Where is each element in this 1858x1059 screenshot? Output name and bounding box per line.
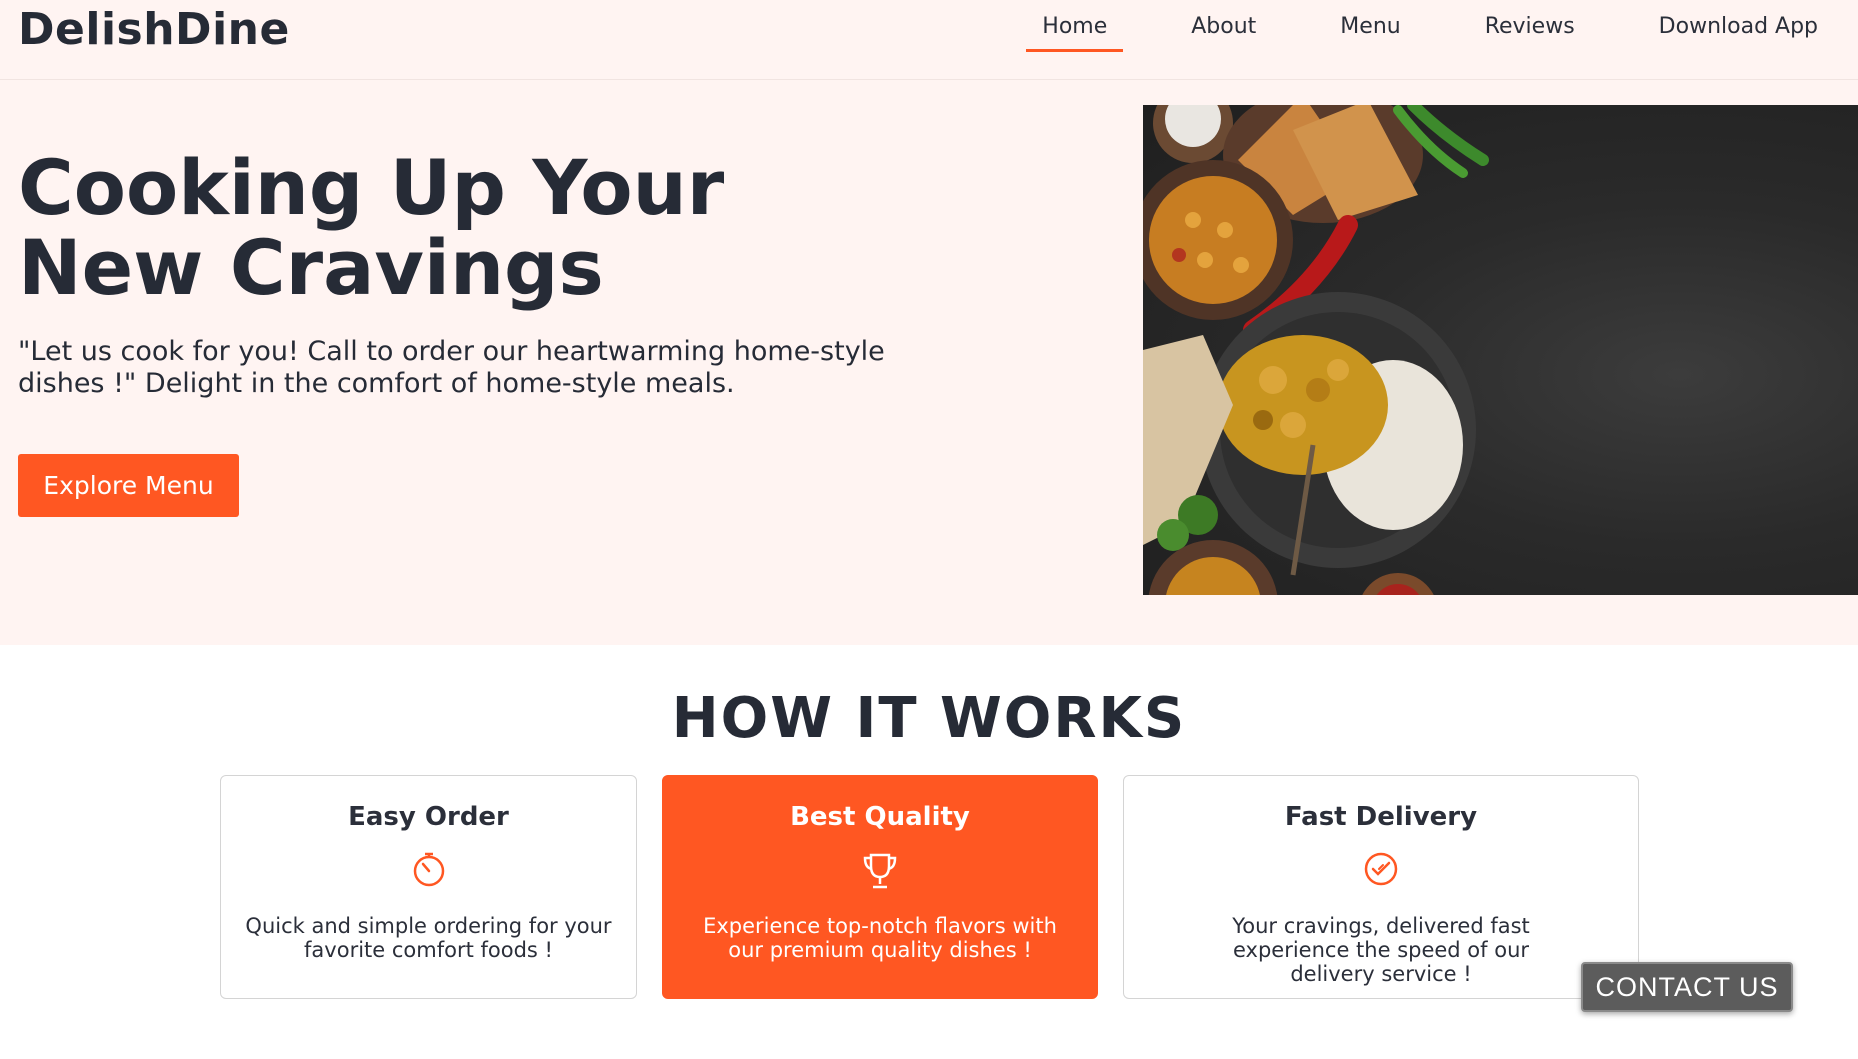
hero-title: Cooking Up Your New Cravings bbox=[18, 148, 778, 308]
hero-title-line-1: Cooking Up Your bbox=[18, 143, 725, 232]
how-it-works-heading: HOW IT WORKS bbox=[671, 686, 1187, 751]
explore-menu-button[interactable]: Explore Menu bbox=[18, 454, 239, 517]
nav-home[interactable]: Home bbox=[1026, 12, 1124, 52]
trophy-icon bbox=[663, 850, 1097, 894]
contact-us-button[interactable]: CONTACT US bbox=[1581, 962, 1793, 1012]
card-fast-delivery: Fast Delivery Your cravings, delivered f… bbox=[1123, 775, 1639, 999]
main-nav: Home About Menu Reviews Download App bbox=[974, 12, 1834, 52]
stopwatch-icon-svg bbox=[413, 852, 444, 887]
nav-about[interactable]: About bbox=[1175, 12, 1272, 52]
check-badge-icon-svg bbox=[1364, 852, 1398, 886]
card-best-quality: Best Quality Experience top-notch flavor… bbox=[662, 775, 1098, 999]
card-easy-order: Easy Order Quick and simple ordering for… bbox=[220, 775, 637, 999]
nav-menu[interactable]: Menu bbox=[1324, 12, 1416, 52]
top-navigation-bar: DelishDine Home About Menu Reviews Downl… bbox=[0, 0, 1858, 80]
card-description: Quick and simple ordering for your favor… bbox=[245, 914, 612, 962]
food-photo-icon bbox=[1143, 105, 1858, 595]
card-description: Experience top-notch flavors with our pr… bbox=[703, 914, 1057, 962]
hero-subtitle: "Let us cook for you! Call to order our … bbox=[18, 336, 885, 399]
card-title: Best Quality bbox=[790, 802, 970, 832]
stopwatch-icon bbox=[221, 850, 636, 894]
nav-reviews[interactable]: Reviews bbox=[1469, 12, 1591, 52]
card-description: Your cravings, delivered fast experience… bbox=[1232, 914, 1530, 986]
hero-section: Cooking Up Your New Cravings "Let us coo… bbox=[0, 80, 1858, 645]
trophy-icon-svg bbox=[863, 853, 897, 889]
hero-title-line-2: New Cravings bbox=[18, 223, 604, 312]
food-illustration bbox=[1143, 105, 1489, 595]
check-badge-icon bbox=[1124, 850, 1638, 894]
nav-download-app[interactable]: Download App bbox=[1643, 12, 1834, 52]
brand-logo[interactable]: DelishDine bbox=[18, 4, 290, 55]
card-title: Fast Delivery bbox=[1284, 802, 1478, 832]
card-title: Easy Order bbox=[348, 802, 509, 832]
